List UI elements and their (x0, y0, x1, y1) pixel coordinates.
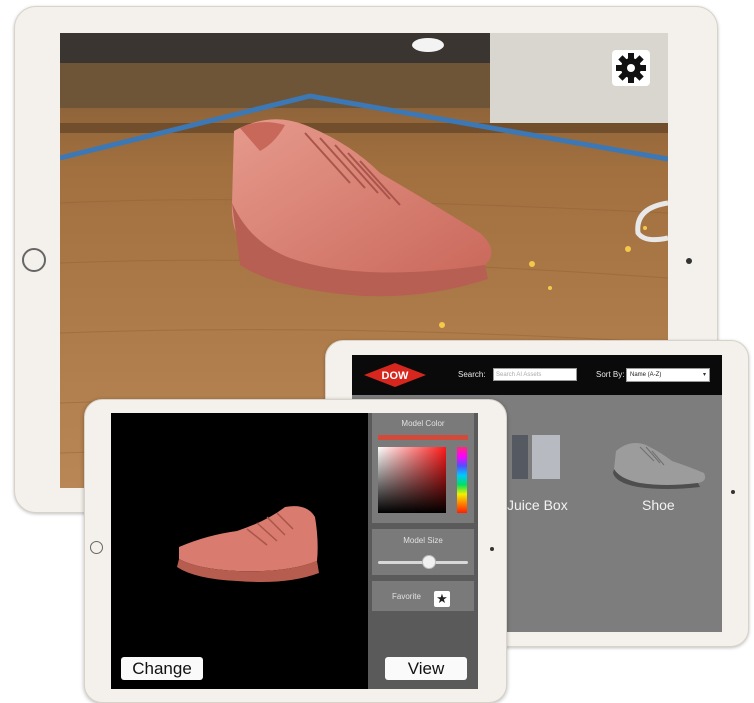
svg-text:DOW: DOW (382, 370, 410, 382)
camera-dot (490, 547, 494, 551)
editor-screen: Model Color Model Size Favorite ★ Change… (111, 413, 478, 689)
model-color-title: Model Color (401, 419, 445, 428)
change-button[interactable]: Change (121, 657, 203, 680)
model-size-section: Model Size (372, 529, 474, 575)
chevron-down-icon: ▾ (702, 372, 706, 378)
favorite-section: Favorite ★ (372, 581, 474, 611)
selected-color-bar (378, 435, 468, 440)
catalog-header: DOW Search: Search AI Assets Sort By: Na… (352, 355, 722, 395)
home-button[interactable] (90, 541, 103, 554)
sort-select-value: Name (A-Z) (630, 372, 662, 378)
star-icon: ★ (436, 591, 448, 606)
catalog-item-juice-box[interactable] (512, 435, 562, 481)
model-size-title: Model Size (403, 536, 443, 545)
favorite-label: Favorite (392, 592, 421, 601)
search-input[interactable]: Search AI Assets (493, 368, 577, 381)
search-label: Search: (458, 370, 486, 379)
juice-box-thumbnail (512, 435, 528, 479)
color-saturation-picker[interactable] (378, 447, 446, 513)
camera-dot (731, 490, 735, 494)
dow-logo: DOW (364, 363, 426, 387)
model-color-section: Model Color (372, 413, 474, 523)
catalog-item-label[interactable]: Juice Box (507, 497, 568, 513)
editor-side-panel: Model Color Model Size Favorite ★ (368, 413, 478, 689)
camera-dot (686, 258, 692, 264)
settings-button[interactable] (612, 50, 650, 86)
sort-label: Sort By: (596, 370, 625, 379)
hue-slider[interactable] (457, 447, 467, 513)
model-size-slider-thumb[interactable] (421, 555, 436, 569)
favorite-button[interactable]: ★ (434, 591, 450, 607)
view-button[interactable]: View (385, 657, 467, 680)
sort-select[interactable]: Name (A-Z) ▾ (626, 368, 710, 382)
background-object (412, 38, 444, 52)
catalog-item-shoe[interactable] (610, 433, 710, 489)
editor-shoe-preview[interactable] (167, 501, 327, 591)
juice-box-thumbnail-side (532, 435, 560, 479)
gear-icon (616, 53, 646, 83)
catalog-item-label[interactable]: Shoe (642, 497, 675, 513)
home-button[interactable] (22, 248, 46, 272)
